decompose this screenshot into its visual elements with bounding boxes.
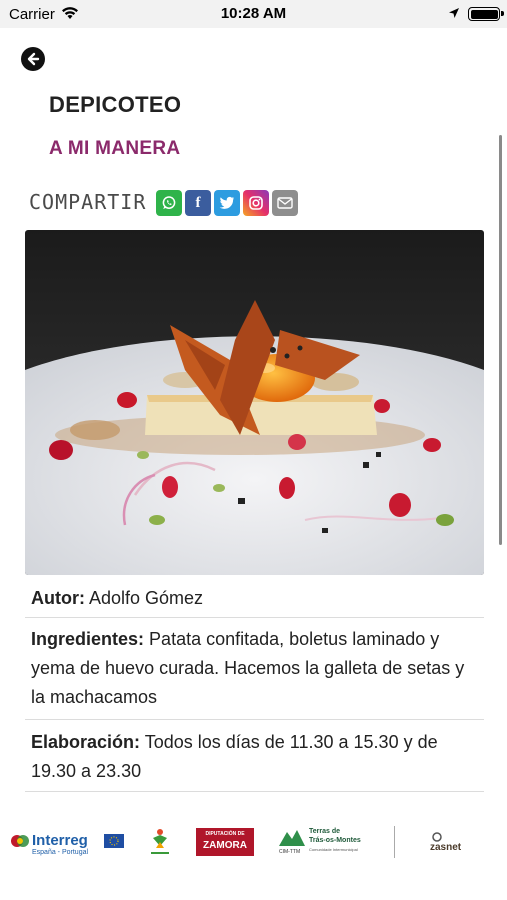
scrollbar[interactable] (499, 135, 502, 545)
ingredients-row: Ingredientes: Patata confitada, boletus … (31, 625, 483, 712)
terras-logo: CIM-TTM Terras de Trás-os-Montes Comunid… (279, 828, 371, 858)
email-icon (277, 197, 293, 209)
zasnet-name: zasnet (430, 842, 462, 853)
terras-line2: Trás-os-Montes (309, 837, 361, 844)
terras-abbr: CIM-TTM (279, 849, 301, 855)
mountains-icon (279, 830, 305, 846)
share-instagram-button[interactable] (243, 190, 269, 216)
instagram-icon (249, 196, 263, 210)
zasnet-logo: zasnet (430, 832, 496, 856)
status-time: 10:28 AM (220, 5, 287, 22)
zamora-name: ZAMORA (203, 840, 247, 851)
author-value: Adolfo Gómez (89, 588, 204, 608)
terras-line3: Comunidade Intermunicipal (309, 847, 358, 852)
footer-logos: Interreg España - Portugal DIPUTACIÓN DE… (0, 820, 507, 870)
elaboration-row: Elaboración: Todos los días de 11.30 a 1… (31, 728, 483, 786)
share-twitter-button[interactable] (214, 190, 240, 216)
separator-mark (394, 826, 400, 858)
interreg-subtitle: España - Portugal (32, 849, 89, 856)
back-button[interactable] (21, 47, 45, 71)
terras-line1: Terras de (309, 828, 340, 835)
divider (25, 719, 484, 720)
dish-subtitle: A MI MANERA (49, 138, 181, 159)
interreg-flag-icon (11, 835, 29, 847)
tourism-logo (148, 826, 172, 858)
share-facebook-button[interactable]: f (185, 190, 211, 216)
zasnet-emblem-icon (432, 832, 442, 842)
whatsapp-icon (162, 196, 176, 209)
arrow-left-icon (27, 52, 40, 66)
divider (25, 617, 484, 618)
dish-photo (25, 230, 484, 575)
share-label: COMPARTIR (29, 190, 147, 214)
battery-icon (468, 7, 504, 21)
twitter-icon (219, 196, 234, 209)
share-email-button[interactable] (272, 190, 298, 216)
facebook-icon: f (195, 194, 201, 211)
interreg-name: Interreg (32, 832, 88, 849)
ingredients-label: Ingredientes: (31, 629, 145, 649)
zamora-top-text: DIPUTACIÓN DE (205, 831, 245, 837)
author-label: Autor: (31, 588, 85, 608)
author-row: Autor: Adolfo Gómez (31, 584, 483, 613)
zamora-logo: DIPUTACIÓN DE ZAMORA (196, 828, 254, 856)
eu-flag-icon (104, 834, 124, 848)
status-bar: Carrier 10:28 AM (0, 0, 507, 28)
divider (25, 791, 484, 792)
elaboration-label: Elaboración: (31, 732, 141, 752)
location-arrow-icon (449, 8, 459, 18)
interreg-logo: Interreg España - Portugal (10, 832, 125, 862)
share-whatsapp-button[interactable] (156, 190, 182, 216)
dish-title: DEPICOTEO (49, 92, 182, 117)
